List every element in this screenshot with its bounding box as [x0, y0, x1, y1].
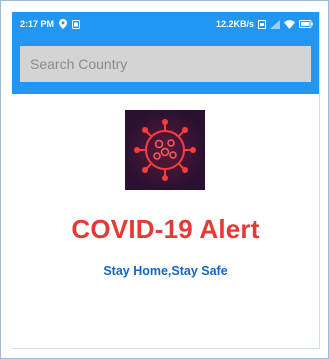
covid-virus-image [125, 110, 205, 190]
status-right: 12.2KB/s [216, 19, 313, 29]
sim-icon [258, 19, 266, 29]
phone-screen: 2:17 PM 12.2KB/s Search Country COVID-19… [12, 12, 320, 349]
screenshot-frame: 2:17 PM 12.2KB/s Search Country COVID-19… [0, 0, 329, 359]
wifi-icon [284, 19, 295, 29]
status-left: 2:17 PM [20, 19, 81, 29]
network-speed: 12.2KB/s [215, 19, 254, 29]
status-time: 2:17 PM [20, 19, 55, 29]
virus-icon [125, 110, 205, 190]
status-bar: 2:17 PM 12.2KB/s [12, 12, 319, 36]
location-icon [59, 19, 68, 29]
signal-icon [270, 19, 280, 29]
battery-icon [299, 20, 313, 28]
alert-subtitle: Stay Home,Stay Safe [103, 264, 228, 278]
alert-title: COVID-19 Alert [71, 214, 260, 244]
search-bar [12, 36, 319, 94]
main-content: COVID-19 Alert Stay Home,Stay Safe [12, 94, 319, 348]
search-country-input[interactable] [20, 46, 311, 82]
notification-icon [72, 19, 81, 29]
